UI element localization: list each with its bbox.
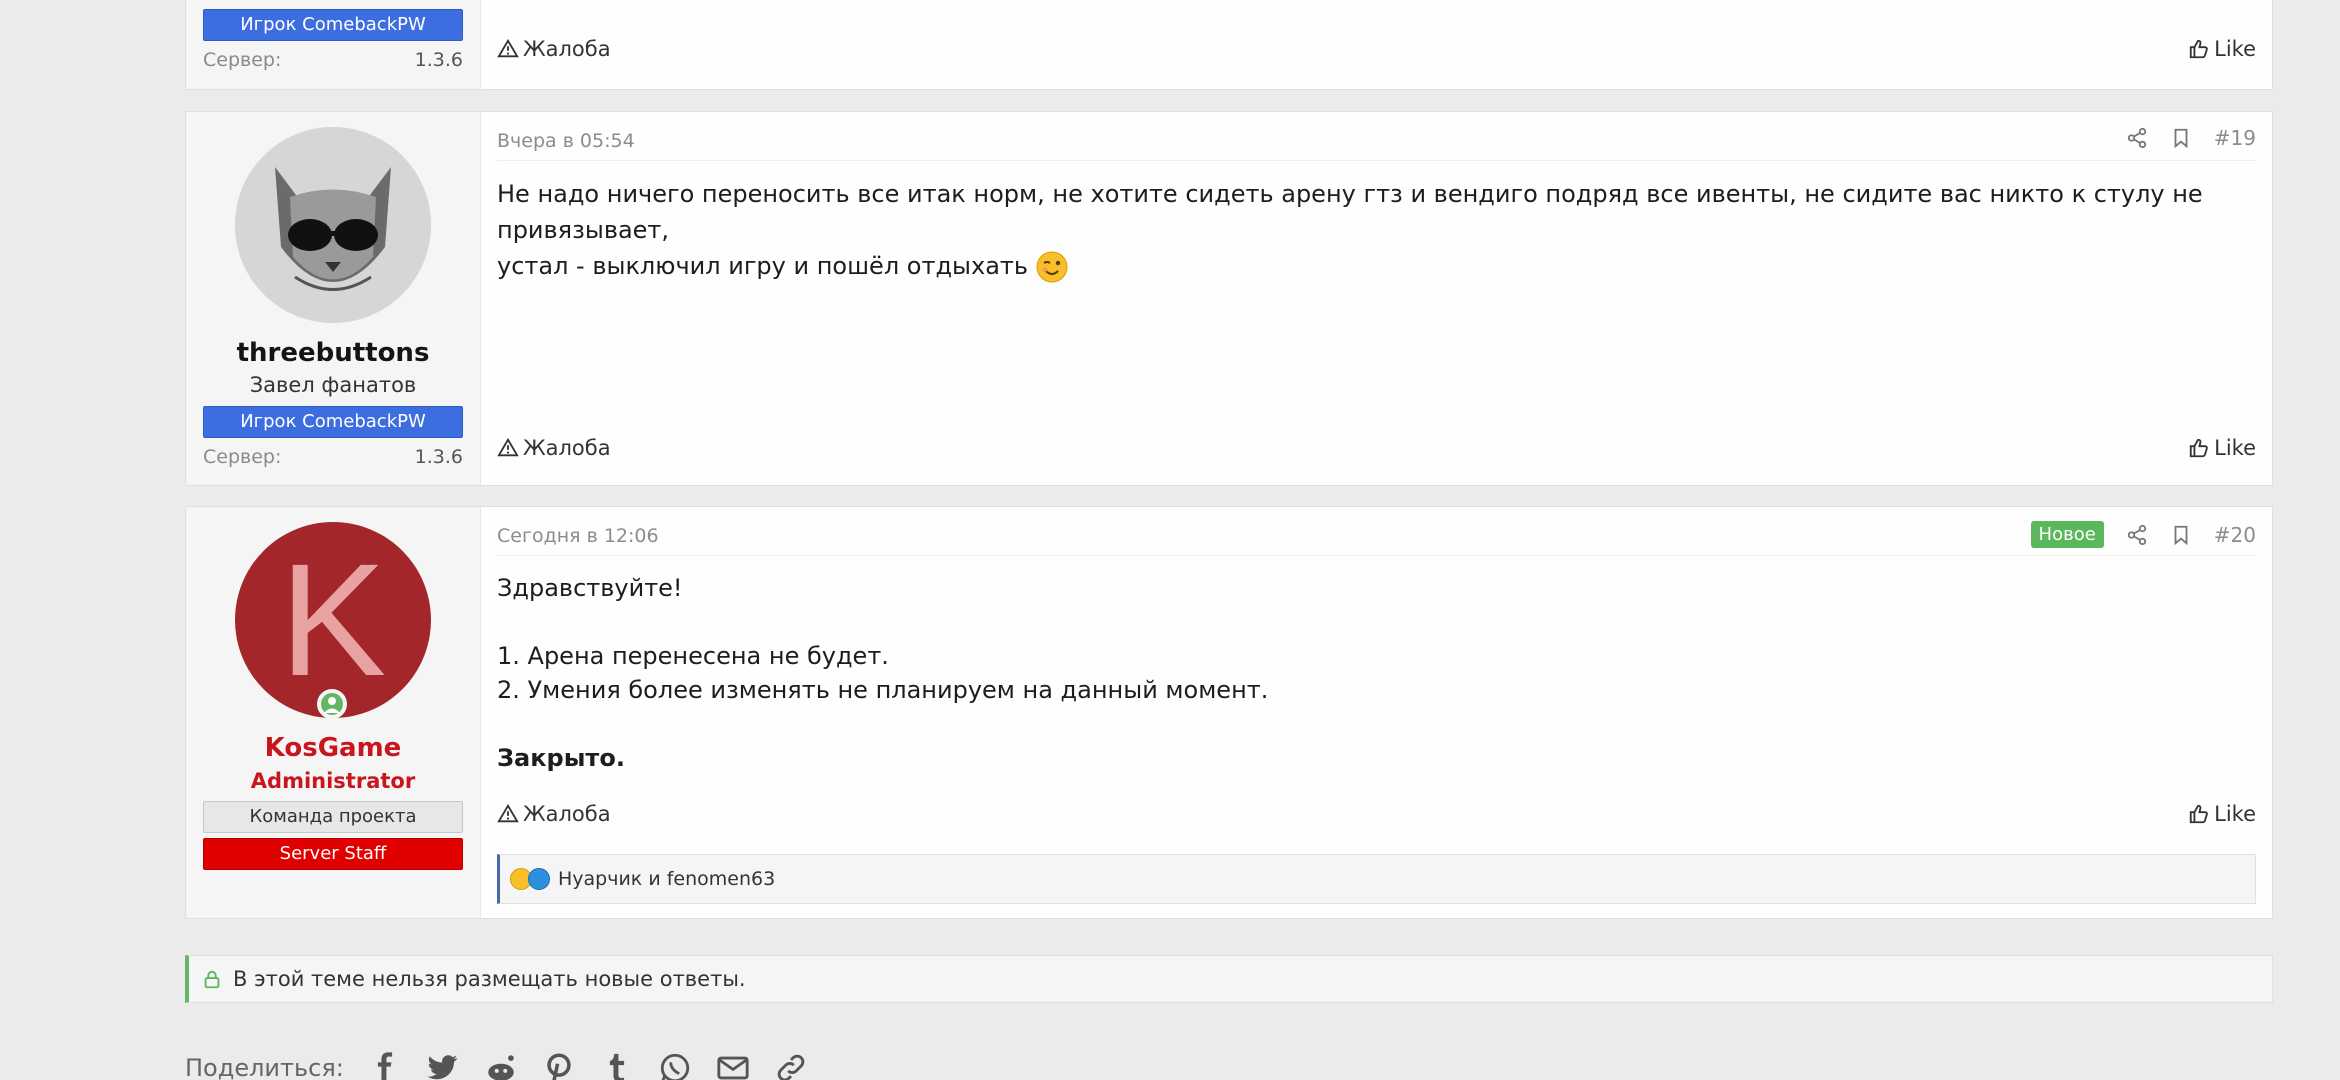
closing-text: Закрыто. (497, 744, 625, 772)
message-body: Здравствуйте! 1. Арена перенесена не буд… (497, 571, 2256, 775)
server-field: Сервер: 1.3.6 (203, 446, 463, 472)
user-title: Administrator (250, 769, 416, 793)
reactions-bar[interactable]: Нуарчик и fenomen63 (497, 854, 2256, 904)
warning-icon (497, 437, 519, 459)
greeting-text: Здравствуйте! (497, 574, 683, 602)
message-prev: Игрок ComebackPW Сервер: 1.3.6 Жалоба Li… (185, 0, 2273, 90)
report-link[interactable]: Жалоба (497, 436, 611, 460)
message-date[interactable]: Вчера в 05:54 (497, 130, 635, 152)
message-main: Сегодня в 12:06 Новое #20 Здравствуйте! … (481, 507, 2272, 918)
user-title: Завел фанатов (249, 373, 417, 397)
share-icon[interactable] (2126, 524, 2148, 546)
bookmark-icon[interactable] (2170, 524, 2192, 546)
message-body: Не надо ничего переносить все итак норм,… (497, 176, 2256, 284)
team-banner: Команда проекта (203, 801, 463, 833)
avatar[interactable] (235, 127, 431, 323)
share-row: Поделиться: (185, 1048, 808, 1080)
message-date[interactable]: Сегодня в 12:06 (497, 525, 659, 547)
notice-text: В этой теме нельзя размещать новые ответ… (233, 967, 746, 991)
server-field: Сервер: 1.3.6 (203, 49, 463, 75)
reactions-users[interactable]: Нуарчик и fenomen63 (558, 868, 775, 890)
user-cell: Игрок ComebackPW Сервер: 1.3.6 (186, 0, 481, 89)
server-value: 1.3.6 (414, 49, 463, 71)
warning-icon (497, 803, 519, 825)
user-cell: threebuttons Завел фанатов Игрок Comebac… (186, 112, 481, 485)
message-footer: Жалоба Like (497, 436, 2256, 466)
message-text-line1: Не надо ничего переносить все итак норм,… (497, 180, 2203, 244)
pinterest-icon[interactable] (542, 1051, 576, 1080)
staff-banner: Server Staff (203, 838, 463, 870)
whatsapp-icon[interactable] (658, 1051, 692, 1080)
like-label: Like (2214, 37, 2256, 61)
message-meta: Вчера в 05:54 #19 (497, 112, 2256, 161)
message-text-line2-text: устал - выключил игру и пошёл отдыхать (497, 252, 1029, 280)
user-banner: Игрок ComebackPW (203, 406, 463, 438)
bookmark-icon[interactable] (2170, 127, 2192, 149)
report-label: Жалоба (523, 37, 611, 61)
message-actions: Новое #20 (2030, 521, 2256, 548)
message-meta: Сегодня в 12:06 Новое #20 (497, 507, 2256, 556)
username[interactable]: threebuttons (186, 338, 480, 368)
thumbs-up-icon (2188, 803, 2210, 825)
point-1-text: 1. Арена перенесена не будет. (497, 642, 889, 670)
like-reaction-icon (528, 868, 550, 890)
like-button[interactable]: Like (2188, 436, 2256, 460)
like-button[interactable]: Like (2188, 37, 2256, 61)
point-2-text: 2. Умения более изменять не планируем на… (497, 676, 1269, 704)
message-main: Жалоба Like (481, 0, 2272, 89)
thumbs-up-icon (2188, 437, 2210, 459)
post-number[interactable]: #19 (2214, 126, 2256, 150)
like-label: Like (2214, 436, 2256, 460)
like-label: Like (2214, 802, 2256, 826)
message-footer: Жалоба Like (497, 802, 2256, 832)
like-button[interactable]: Like (2188, 802, 2256, 826)
share-icon[interactable] (2126, 127, 2148, 149)
user-banner: Игрок ComebackPW (203, 9, 463, 41)
message-19: threebuttons Завел фанатов Игрок Comebac… (185, 111, 2273, 486)
online-status-icon (317, 689, 347, 719)
reddit-icon[interactable] (484, 1051, 518, 1080)
twitter-icon[interactable] (426, 1051, 460, 1080)
username[interactable]: KosGame (186, 733, 480, 763)
email-icon[interactable] (716, 1051, 750, 1080)
new-badge: Новое (2030, 521, 2104, 548)
share-label: Поделиться: (185, 1054, 344, 1080)
facebook-icon[interactable] (368, 1051, 402, 1080)
message-text-line2: устал - выключил игру и пошёл отдыхать (497, 248, 2256, 284)
thumbs-up-icon (2188, 38, 2210, 60)
link-icon[interactable] (774, 1051, 808, 1080)
warning-icon (497, 38, 519, 60)
report-link[interactable]: Жалоба (497, 37, 611, 61)
tumblr-icon[interactable] (600, 1051, 634, 1080)
post-number[interactable]: #20 (2214, 523, 2256, 547)
report-label: Жалоба (523, 802, 611, 826)
wink-emoji-icon (1036, 251, 1068, 283)
user-cell: K KosGame Administrator Команда проекта … (186, 507, 481, 918)
server-value: 1.3.6 (414, 446, 463, 468)
server-label: Сервер: (203, 446, 282, 468)
message-footer: Жалоба Like (497, 37, 2256, 67)
thread-closed-notice: В этой теме нельзя размещать новые ответ… (185, 955, 2273, 1003)
message-20: K KosGame Administrator Команда проекта … (185, 506, 2273, 919)
message-actions: #19 (2126, 126, 2256, 150)
reaction-icons (510, 868, 550, 890)
server-label: Сервер: (203, 49, 282, 71)
message-main: Вчера в 05:54 #19 Не надо ничего перенос… (481, 112, 2272, 485)
lock-icon (201, 968, 223, 990)
report-link[interactable]: Жалоба (497, 802, 611, 826)
report-label: Жалоба (523, 436, 611, 460)
